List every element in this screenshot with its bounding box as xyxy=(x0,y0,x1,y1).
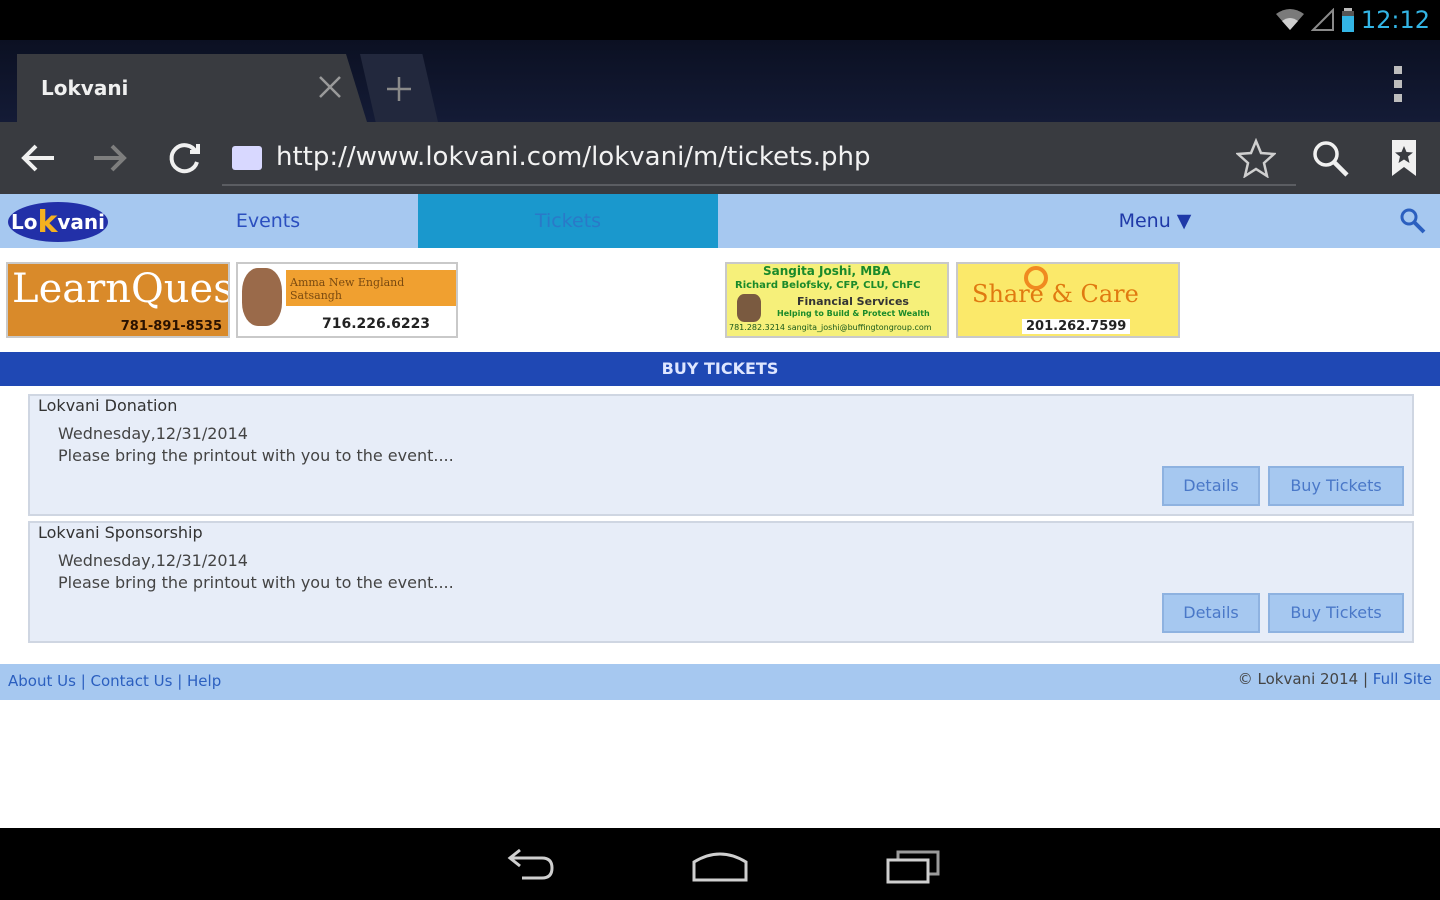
status-bar: 12:12 xyxy=(0,0,1440,40)
logo-suffix: vani xyxy=(57,210,106,234)
overflow-menu-icon[interactable] xyxy=(1392,64,1404,104)
footer-copyright: © Lokvani 2014 | Full Site xyxy=(1238,670,1432,688)
favicon-icon xyxy=(232,146,262,170)
ad-sangita-line4: Helping to Build & Protect Wealth xyxy=(777,309,930,318)
ticket-name: Lokvani Donation xyxy=(38,396,178,415)
nav-menu[interactable]: Menu ▼ xyxy=(1080,194,1230,248)
ticket-date: Wednesday,12/31/2014 xyxy=(58,424,248,443)
logo-k: k xyxy=(37,204,58,240)
footer-about-link[interactable]: About Us xyxy=(8,672,76,690)
buy-tickets-button[interactable]: Buy Tickets xyxy=(1268,593,1404,633)
ticket-name: Lokvani Sponsorship xyxy=(38,523,203,542)
back-arrow-icon[interactable] xyxy=(18,138,58,178)
footer-contact-link[interactable]: Contact Us xyxy=(91,672,173,690)
url-text: http://www.lokvani.com/lokvani/m/tickets… xyxy=(276,142,871,172)
footer-help-link[interactable]: Help xyxy=(187,672,221,690)
ticket-desc: Please bring the printout with you to th… xyxy=(58,573,454,592)
nav-events[interactable]: Events xyxy=(120,194,416,248)
bookmarks-icon[interactable] xyxy=(1384,138,1424,178)
recent-apps-icon[interactable] xyxy=(884,848,944,884)
footer-separator: | xyxy=(1358,670,1373,688)
forward-arrow-icon[interactable] xyxy=(90,138,130,178)
site-footer: About Us | Contact Us | Help © Lokvani 2… xyxy=(0,664,1440,700)
ad-sharecare[interactable]: Share & Care 201.262.7599 xyxy=(956,262,1180,338)
back-icon[interactable] xyxy=(500,848,560,884)
footer-separator: | xyxy=(75,672,91,690)
ad-amma-photo xyxy=(242,268,282,326)
ad-sharecare-brand: Share & Care xyxy=(972,280,1139,308)
url-input[interactable]: http://www.lokvani.com/lokvani/m/tickets… xyxy=(222,132,1296,186)
ad-learnquest-phone: 781-891-8535 xyxy=(120,319,222,334)
star-icon[interactable] xyxy=(1236,138,1276,178)
ad-sangita-line5: 781.282.3214 sangita_joshi@buffingtongro… xyxy=(729,323,932,332)
tab-lokvani[interactable]: Lokvani xyxy=(17,54,367,122)
buy-tickets-button[interactable]: Buy Tickets xyxy=(1268,466,1404,506)
system-nav-bar xyxy=(0,828,1440,900)
details-button[interactable]: Details xyxy=(1162,593,1260,633)
ad-banners: LearnQuest 781-891-8535 Amma New England… xyxy=(0,262,1440,342)
battery-icon xyxy=(1341,8,1354,32)
search-icon[interactable] xyxy=(1310,138,1350,178)
full-site-link[interactable]: Full Site xyxy=(1373,670,1432,688)
lokvani-logo[interactable]: Lo k vani xyxy=(8,202,108,242)
status-time: 12:12 xyxy=(1360,6,1430,34)
site-nav: Lo k vani Events Tickets Menu ▼ xyxy=(0,194,1440,248)
footer-separator: | xyxy=(172,672,188,690)
ticket-desc: Please bring the printout with you to th… xyxy=(58,446,454,465)
logo-prefix: Lo xyxy=(10,210,38,234)
tab-title: Lokvani xyxy=(41,76,129,100)
new-tab-button[interactable] xyxy=(360,54,438,122)
copyright-text: © Lokvani 2014 xyxy=(1237,670,1359,688)
ad-sangita-photo xyxy=(737,294,761,322)
details-button[interactable]: Details xyxy=(1162,466,1260,506)
ad-sangita-line3: Financial Services xyxy=(797,295,909,308)
ad-sangita[interactable]: Sangita Joshi, MBA Richard Belofsky, CFP… xyxy=(725,262,949,338)
site-search-icon[interactable] xyxy=(1398,206,1428,236)
status-icons: 12:12 xyxy=(1275,4,1430,36)
ad-sharecare-phone: 201.262.7599 xyxy=(1022,319,1131,334)
browser-tab-strip: Lokvani xyxy=(0,40,1440,122)
ad-amma[interactable]: Amma New England Satsangh 716.226.6223 xyxy=(236,262,458,338)
close-icon[interactable] xyxy=(315,72,345,102)
ad-learnquest[interactable]: LearnQuest 781-891-8535 xyxy=(6,262,230,338)
ticket-item: Lokvani Donation Wednesday,12/31/2014 Pl… xyxy=(28,394,1414,516)
ad-sangita-line2: Richard Belofsky, CFP, CLU, ChFC xyxy=(735,280,921,291)
ad-learnquest-brand: LearnQuest xyxy=(12,266,230,312)
nav-tickets[interactable]: Tickets xyxy=(418,194,718,248)
ticket-item: Lokvani Sponsorship Wednesday,12/31/2014… xyxy=(28,521,1414,643)
web-page: Lo k vani Events Tickets Menu ▼ LearnQuest… xyxy=(0,194,1440,828)
plus-icon xyxy=(387,77,411,101)
wifi-icon xyxy=(1275,9,1304,30)
section-title: BUY TICKETS xyxy=(0,352,1440,386)
home-icon[interactable] xyxy=(690,848,750,884)
reload-icon[interactable] xyxy=(164,138,204,178)
signal-icon xyxy=(1310,8,1334,31)
ad-sangita-line1: Sangita Joshi, MBA xyxy=(763,264,891,278)
ticket-date: Wednesday,12/31/2014 xyxy=(58,551,248,570)
ad-amma-phone: 716.226.6223 xyxy=(322,316,431,332)
ad-amma-banner: Amma New England Satsangh xyxy=(286,270,456,306)
url-bar: http://www.lokvani.com/lokvani/m/tickets… xyxy=(0,122,1440,194)
footer-links: About Us | Contact Us | Help xyxy=(8,672,221,690)
